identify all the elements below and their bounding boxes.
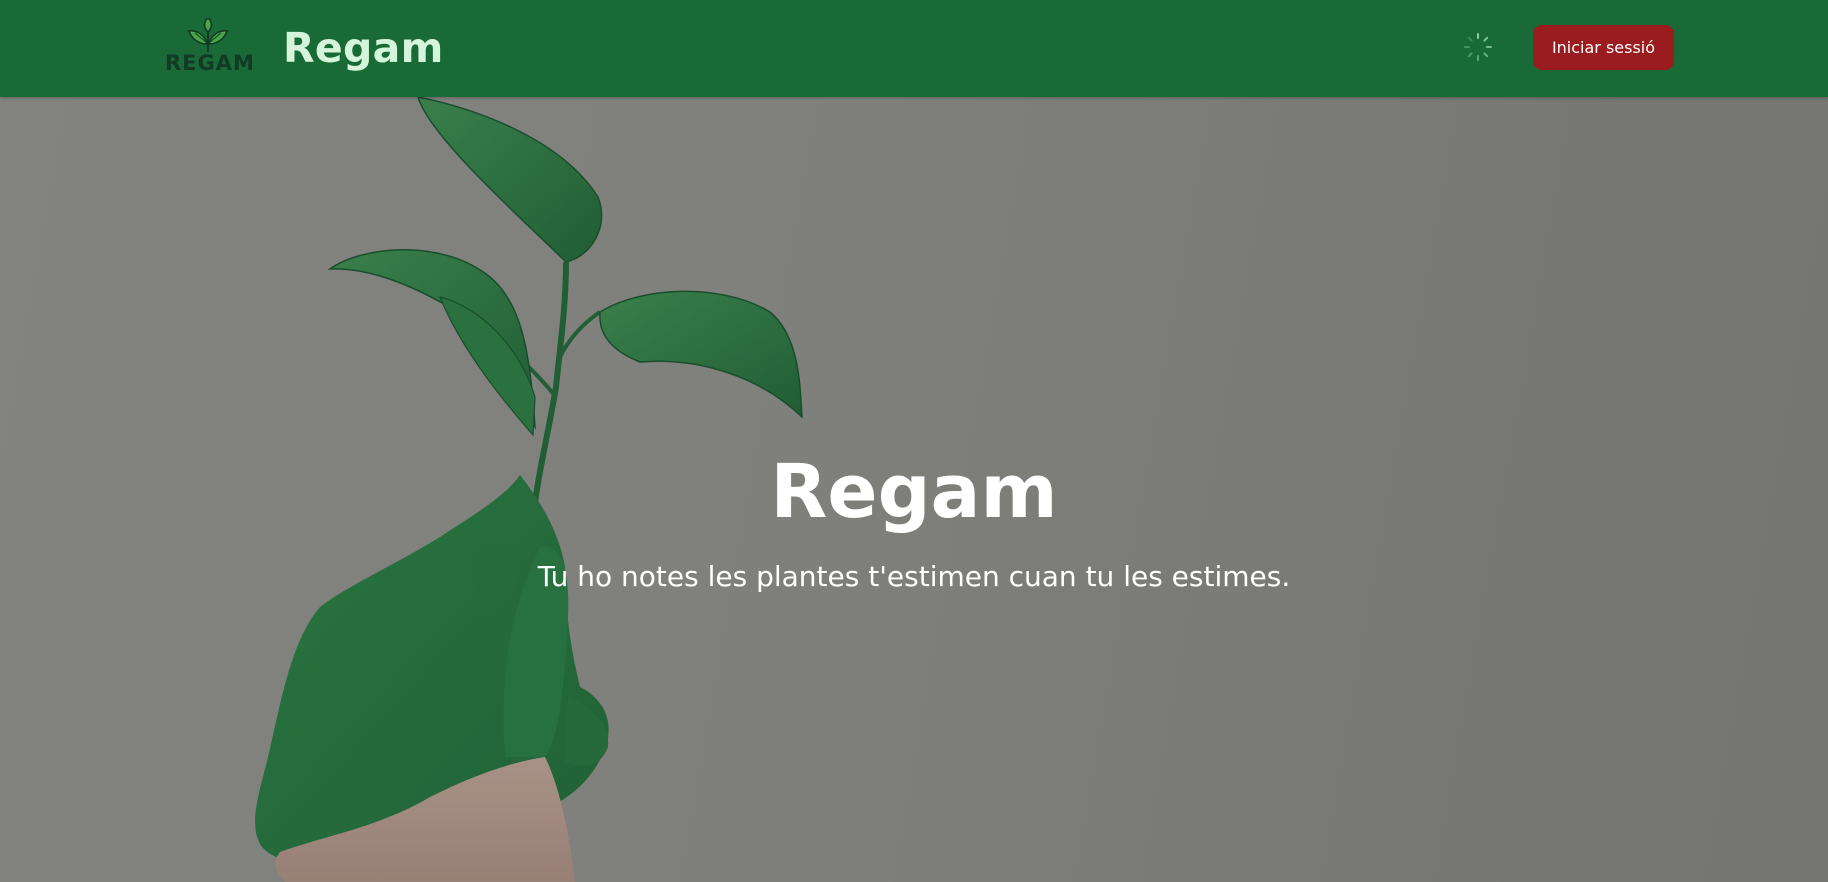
hero-title: Regam [770,449,1058,535]
login-button[interactable]: Iniciar sessió [1533,25,1674,70]
page: REGAM Regam Iniciar sessió Regam Tu ho n… [0,0,1828,882]
loading-spinner-icon [1464,33,1492,61]
logo-text: REGAM [165,51,255,75]
logo-link[interactable]: REGAM [165,18,255,78]
sprout-leaves-icon [187,18,229,52]
hero-subtitle: Tu ho notes les plantes t'estimen cuan t… [537,560,1291,593]
top-navbar: REGAM Regam Iniciar sessió [0,0,1828,97]
hero-section: Regam Tu ho notes les plantes t'estimen … [0,97,1828,882]
brand-name[interactable]: Regam [283,20,444,76]
